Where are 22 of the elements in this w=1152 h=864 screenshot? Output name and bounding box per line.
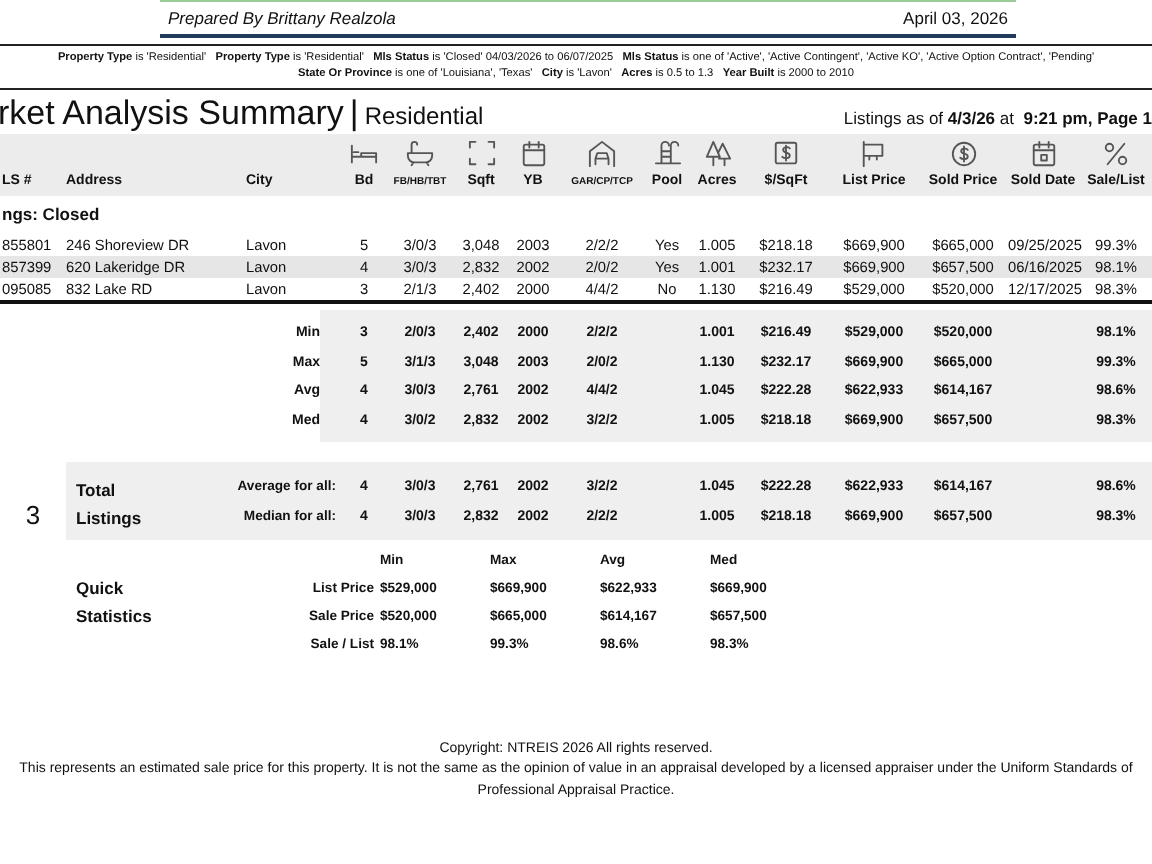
calendar-icon: [519, 139, 547, 168]
status-group-heading: ngs: Closed: [2, 202, 102, 229]
report-subtitle: Residential: [364, 102, 484, 131]
listing-count: 3: [25, 498, 41, 535]
square-corners-icon: [467, 139, 495, 168]
listings-as-of: Listings as of 4/3/26 at 9:21 pm, Page 1: [843, 110, 1152, 133]
title-separator: |: [349, 94, 359, 133]
dollar-circle-icon: [949, 139, 977, 168]
calendar-icon: [1029, 139, 1057, 168]
trees-icon: [703, 139, 731, 168]
report-title: rket Analysis Summary: [0, 94, 344, 133]
pool-ladder-icon: [653, 139, 681, 168]
bathtub-icon: [406, 139, 434, 168]
bed-icon: [350, 139, 378, 168]
quick-stats-heading: Quick Statistics: [76, 578, 152, 625]
signpost-icon: [860, 139, 888, 168]
percent-icon: [1102, 139, 1130, 168]
totals-heading: Total Listings: [76, 480, 142, 527]
garage-car-icon: [588, 139, 616, 168]
report-date: April 03, 2026: [903, 6, 1008, 32]
dollar-square-icon: [772, 139, 800, 168]
prepared-by: Prepared By Brittany Realzola: [168, 6, 396, 32]
